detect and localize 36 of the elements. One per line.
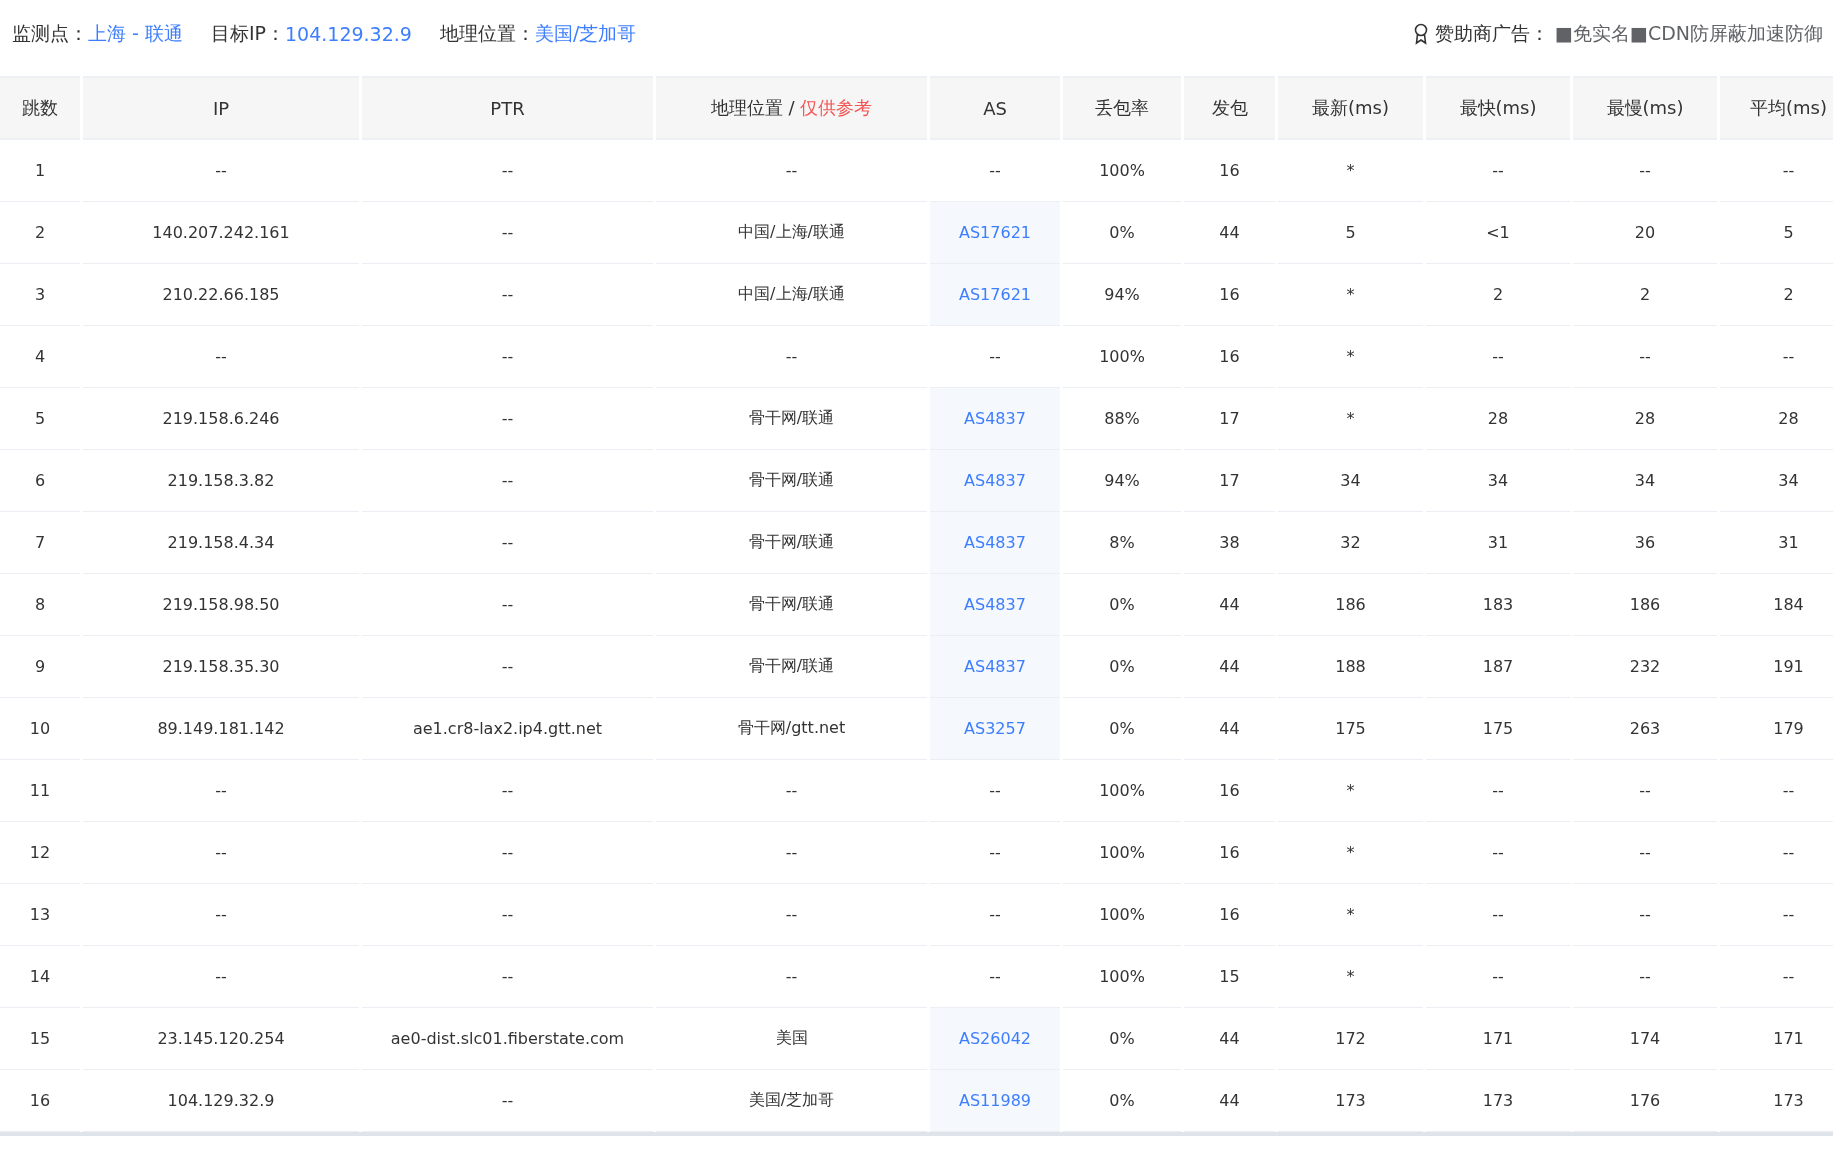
monitor-link[interactable]: 上海 - 联通 [88,21,183,47]
column-header: 发包 [1184,76,1275,140]
target-label: 目标IP： [210,21,285,46]
column-header: 最快(ms) [1426,76,1570,140]
as-link[interactable]: AS26042 [959,1029,1031,1048]
sponsor-label: 赞助商广告： [1435,21,1549,46]
target-ip-link[interactable]: 104.129.32.9 [285,23,412,45]
sponsor-ad-link[interactable]: ■免实名■CDN防屏蔽加速防御 [1555,21,1823,47]
as-link[interactable]: AS4837 [964,409,1026,428]
as-number: -- [989,967,1001,986]
as-link[interactable]: AS3257 [964,719,1026,738]
column-header: PTR [362,76,653,140]
column-header: AS [930,76,1060,140]
monitor-label: 监测点： [12,21,88,46]
column-header: 平均(ms) [1720,76,1833,140]
column-header: 最新(ms) [1278,76,1423,140]
as-link[interactable]: AS4837 [964,595,1026,614]
column-header: 丢包率 [1063,76,1181,140]
as-number: -- [989,347,1001,366]
as-number: -- [989,905,1001,924]
as-number: -- [989,161,1001,180]
as-link[interactable]: AS17621 [959,223,1031,242]
as-number: -- [989,781,1001,800]
award-icon [1413,23,1429,45]
as-link[interactable]: AS4837 [964,471,1026,490]
as-link[interactable]: AS4837 [964,533,1026,552]
as-number: -- [989,843,1001,862]
as-link[interactable]: AS11989 [959,1091,1031,1110]
location-link[interactable]: 美国/芝加哥 [534,21,637,47]
location-label: 地理位置： [439,21,535,46]
column-header: 地理位置 / 仅供参考 [656,76,927,140]
column-header: IP [83,76,359,140]
as-link[interactable]: AS17621 [959,285,1031,304]
column-header: 跳数 [0,76,80,140]
column-header: 最慢(ms) [1573,76,1717,140]
as-link[interactable]: AS4837 [964,657,1026,676]
